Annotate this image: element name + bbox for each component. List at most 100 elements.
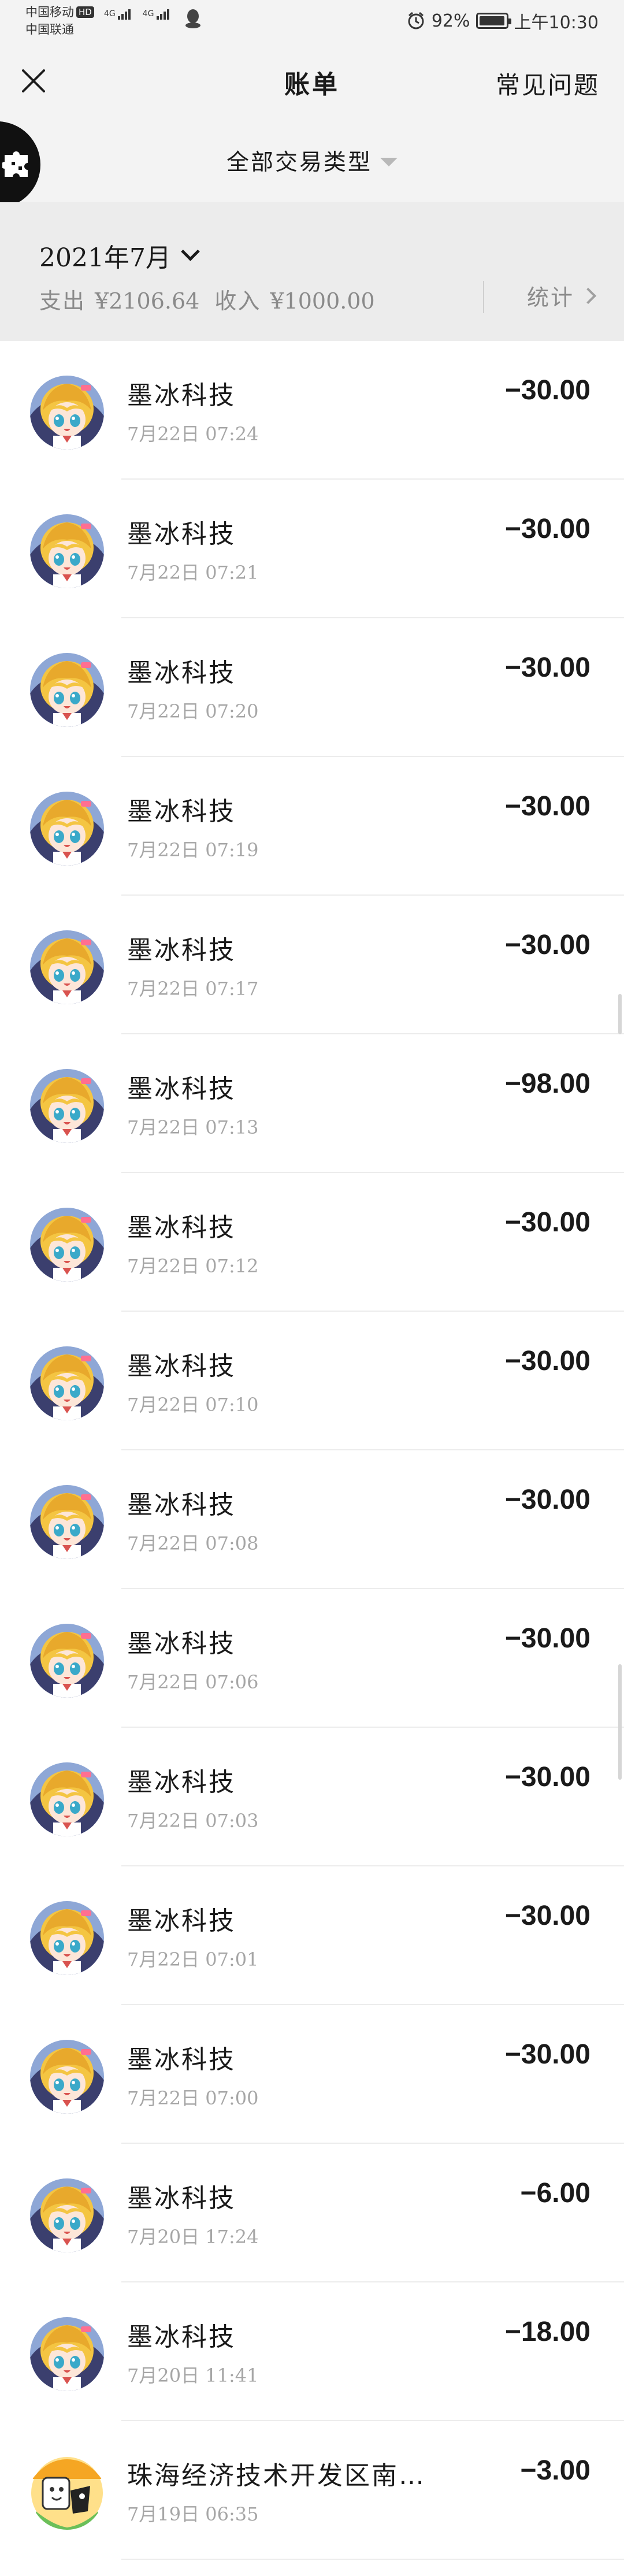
transaction-time: 7月22日 07:21 [127, 562, 259, 584]
merchant-name: 墨冰科技 [127, 2184, 236, 2213]
row-divider [121, 2559, 624, 2560]
signal-icon: 4G [104, 9, 132, 20]
merchant-name: 墨冰科技 [127, 2322, 236, 2352]
merchant-avatar [30, 2317, 104, 2391]
merchant-avatar [30, 1901, 104, 1975]
transaction-amount: −98.00 [504, 1068, 590, 1099]
transaction-row[interactable]: 墨冰科技 7月22日 07:10 −30.00 [0, 1312, 624, 1450]
carrier-info: 中国移动 HD 中国联通 [25, 3, 94, 38]
merchant-avatar [30, 2040, 104, 2114]
merchant-name: 墨冰科技 [127, 519, 236, 549]
divider [483, 281, 484, 313]
expense-amount: ¥2106.64 [95, 288, 200, 314]
transaction-row[interactable]: 墨冰科技 7月20日 11:41 −18.00 [0, 2282, 624, 2421]
carrier-1: 中国移动 [25, 5, 74, 19]
merchant-avatar [30, 2178, 104, 2252]
transaction-row[interactable]: 墨冰科技 7月22日 07:00 −30.00 [0, 2005, 624, 2144]
merchant-name: 墨冰科技 [127, 797, 236, 826]
transaction-time: 7月22日 07:24 [127, 423, 259, 445]
merchant-avatar [30, 1069, 104, 1143]
merchant-avatar [30, 2456, 104, 2530]
transaction-amount: −30.00 [504, 1207, 590, 1238]
merchant-avatar [30, 930, 104, 1004]
transaction-amount: −30.00 [504, 2039, 590, 2070]
month-label: 2021年7月 [39, 243, 171, 273]
transaction-row[interactable]: 墨冰科技 7月22日 07:21 −30.00 [0, 480, 624, 618]
transaction-time: 7月22日 07:06 [127, 1671, 259, 1693]
merchant-name: 墨冰科技 [127, 936, 236, 965]
month-selector[interactable]: 2021年7月 [39, 237, 200, 274]
header: 账单 常见问题 全部交易类型 [0, 46, 624, 208]
transaction-time: 7月22日 07:17 [127, 978, 259, 1000]
scrollbar[interactable] [618, 994, 622, 1034]
expense-label: 支出 [39, 288, 86, 314]
merchant-avatar [30, 1762, 104, 1836]
transaction-amount: −30.00 [504, 791, 590, 822]
merchant-name: 墨冰科技 [127, 1906, 236, 1936]
transaction-row[interactable]: 墨冰科技 7月22日 07:24 −30.00 [0, 341, 624, 480]
merchant-name: 珠海经济技术开发区南… [127, 2461, 426, 2490]
transaction-row[interactable]: 墨冰科技 7月22日 07:12 −30.00 [0, 1173, 624, 1312]
income-amount: ¥1000.00 [270, 288, 375, 314]
merchant-name: 墨冰科技 [127, 1768, 236, 1797]
merchant-name: 墨冰科技 [127, 381, 236, 410]
merchant-avatar [30, 1485, 104, 1559]
merchant-name: 墨冰科技 [127, 1629, 236, 1658]
transaction-time: 7月22日 07:00 [127, 2087, 259, 2109]
alarm-icon [408, 12, 424, 29]
transaction-row[interactable]: 珠海经济技术开发区南… 7月19日 06:35 −3.00 [0, 2421, 624, 2560]
transaction-time: 7月22日 07:03 [127, 1810, 259, 1832]
merchant-avatar [30, 653, 104, 727]
merchant-avatar [30, 1208, 104, 1282]
transaction-amount: −18.00 [504, 2317, 590, 2347]
scrollbar[interactable] [618, 1664, 622, 1780]
transaction-row[interactable]: 墨冰科技 7月22日 07:01 −30.00 [0, 1866, 624, 2005]
transaction-time: 7月22日 07:20 [127, 700, 259, 722]
carrier-2: 中国联通 [25, 23, 74, 36]
transaction-time: 7月22日 07:12 [127, 1255, 259, 1277]
transaction-time: 7月22日 07:01 [127, 1948, 259, 1970]
merchant-name: 墨冰科技 [127, 1213, 236, 1242]
merchant-name: 墨冰科技 [127, 1074, 236, 1104]
status-bar: 中国移动 HD 中国联通 4G 4G 92% 上午10:30 [0, 0, 624, 46]
transaction-row[interactable]: 墨冰科技 7月22日 07:03 −30.00 [0, 1728, 624, 1866]
transaction-row[interactable]: 墨冰科技 7月22日 07:20 −30.00 [0, 618, 624, 757]
merchant-avatar [30, 1624, 104, 1698]
transaction-amount: −30.00 [504, 514, 590, 544]
chevron-down-icon [181, 242, 200, 261]
faq-link[interactable]: 常见问题 [496, 66, 600, 101]
transaction-amount: −30.00 [504, 1346, 590, 1376]
merchant-name: 墨冰科技 [127, 1490, 236, 1520]
transaction-row[interactable]: 墨冰科技 7月22日 07:17 −30.00 [0, 896, 624, 1034]
statistics-label: 统计 [526, 285, 574, 310]
battery-percent: 92% [431, 10, 470, 31]
qq-icon [185, 9, 200, 28]
signal-icon: 4G [143, 9, 170, 20]
transaction-time: 7月20日 11:41 [127, 2365, 259, 2386]
transaction-row[interactable]: 墨冰科技 7月22日 07:06 −30.00 [0, 1589, 624, 1728]
battery-icon [476, 13, 511, 29]
transaction-time: 7月22日 07:08 [127, 1532, 259, 1554]
merchant-name: 墨冰科技 [127, 1352, 236, 1381]
merchant-avatar [30, 792, 104, 866]
transaction-amount: −30.00 [504, 1623, 590, 1654]
merchant-avatar [30, 1346, 104, 1420]
merchant-avatar [30, 514, 104, 588]
chevron-right-icon [580, 287, 597, 305]
transaction-time: 7月20日 17:24 [127, 2226, 259, 2248]
merchant-name: 墨冰科技 [127, 2045, 236, 2074]
transaction-amount: −30.00 [504, 375, 590, 406]
transaction-row[interactable]: 墨冰科技 7月22日 07:13 −98.00 [0, 1034, 624, 1173]
transaction-row[interactable]: 墨冰科技 7月20日 17:24 −6.00 [0, 2144, 624, 2282]
transaction-time: 7月19日 06:35 [127, 2503, 259, 2525]
transaction-amount: −30.00 [504, 1762, 590, 1792]
transaction-amount: −30.00 [504, 1901, 590, 1931]
transaction-amount: −30.00 [504, 930, 590, 960]
merchant-avatar [30, 376, 104, 450]
transaction-row[interactable]: 墨冰科技 7月22日 07:08 −30.00 [0, 1450, 624, 1589]
hd-badge: HD [76, 6, 94, 18]
statistics-link[interactable]: 统计 [526, 280, 597, 311]
transaction-type-filter[interactable]: 全部交易类型 [0, 144, 624, 177]
transaction-row[interactable]: 墨冰科技 7月22日 07:19 −30.00 [0, 757, 624, 896]
filter-label: 全部交易类型 [226, 150, 372, 176]
